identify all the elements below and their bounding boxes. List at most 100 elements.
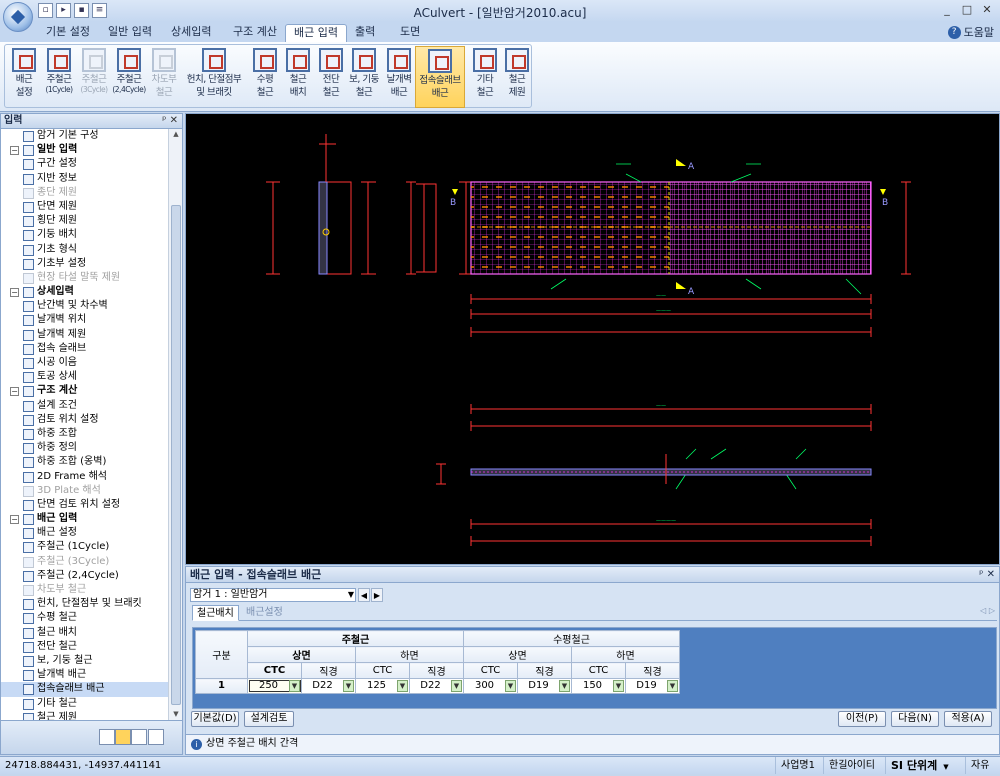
tree-item[interactable]: 검토 위치 설정 (1, 413, 169, 427)
tab-detail-input[interactable]: 상세입력 (163, 24, 219, 42)
collapse-toggle-icon[interactable]: − (10, 288, 19, 298)
tab-general-input[interactable]: 일반 입력 (100, 24, 160, 42)
dropdown-arrow-icon[interactable]: ▼ (348, 589, 354, 601)
shear-rebar-button[interactable]: 전단 철근 (314, 46, 348, 108)
tree-item[interactable]: 날개벽 제원 (1, 328, 169, 342)
tree-item[interactable]: 종단 제원 (1, 186, 169, 200)
tree-item[interactable]: 기초부 설정 (1, 257, 169, 271)
tree-item[interactable]: 단면 검토 위치 설정 (1, 498, 169, 512)
horiz-bottom-dia-cell[interactable]: D19 ▼ (625, 678, 680, 694)
tree-item[interactable]: 지반 정보 (1, 172, 169, 186)
tab-basic-settings[interactable]: 기본 설정 (38, 24, 98, 42)
dropdown-arrow-icon[interactable]: ▼ (451, 680, 462, 692)
tree-item[interactable]: 철근 배치 (1, 626, 169, 640)
help-button[interactable]: ? 도움말 (947, 24, 994, 40)
rebar-spec-button[interactable]: 철근 제원 (500, 46, 534, 108)
main-bottom-ctc-cell[interactable]: 125 ▼ (355, 678, 410, 694)
tab-rebar-settings[interactable]: 배근설정 (242, 605, 287, 621)
tree-item[interactable]: 2D Frame 해석 (1, 470, 169, 484)
tree-category[interactable]: − 일반 입력 (1, 143, 169, 157)
design-check-button[interactable]: 설계검토 (244, 711, 294, 727)
next-culvert-icon[interactable]: ▶ (371, 588, 383, 602)
wingwall-rebar-button[interactable]: 날개벽 배근 (382, 46, 416, 108)
tree-item[interactable]: 3D Plate 해석 (1, 484, 169, 498)
culvert-select[interactable]: 암거 1 : 일반암거 ▼ (190, 588, 356, 602)
main-rebar-24cycle-button[interactable]: 주철근 (2,4Cycle) (112, 46, 146, 108)
tool-icon-4[interactable] (148, 729, 164, 745)
tree-item[interactable]: 구간 설정 (1, 157, 169, 171)
tree-category[interactable]: − 상세입력 (1, 285, 169, 299)
tree-scrollbar[interactable]: ▲ ▼ (168, 129, 182, 721)
tree-item[interactable]: 날개벽 위치 (1, 313, 169, 327)
tree-item[interactable]: 주철근 (3Cycle) (1, 555, 169, 569)
tree-item[interactable]: 날개벽 배근 (1, 668, 169, 682)
dropdown-arrow-icon[interactable]: ▼ (343, 680, 354, 692)
tree-item[interactable]: 차도부 철근 (1, 583, 169, 597)
dropdown-arrow-icon[interactable]: ▼ (559, 680, 570, 692)
tab-rebar-layout[interactable]: 철근배치 (192, 605, 239, 621)
prev-culvert-icon[interactable]: ◀ (358, 588, 370, 602)
cad-viewport[interactable]: A A B B —— ——— —— ———— (185, 113, 1000, 565)
collapse-toggle-icon[interactable]: − (10, 387, 19, 397)
scroll-down-icon[interactable]: ▼ (171, 710, 181, 720)
default-values-button[interactable]: 기본값(D) (191, 711, 239, 727)
tab-rebar-input[interactable]: 배근 입력 (285, 24, 347, 42)
approach-slab-rebar-button[interactable]: 접속슬래브 배근 (415, 46, 465, 108)
rebar-layout-button[interactable]: 철근 배치 (281, 46, 315, 108)
app-menu-button[interactable] (3, 2, 33, 32)
tool-icon-1[interactable] (99, 729, 115, 745)
beam-column-rebar-button[interactable]: 보, 기둥 철근 (347, 46, 381, 108)
other-rebar-button[interactable]: 기타 철근 (468, 46, 502, 108)
horiz-top-dia-cell[interactable]: D19 ▼ (517, 678, 572, 694)
tool-icon-2[interactable] (115, 729, 131, 745)
tree-item[interactable]: 하중 정의 (1, 441, 169, 455)
dropdown-arrow-icon[interactable]: ▼ (667, 680, 678, 692)
tree-category[interactable]: − 배근 입력 (1, 512, 169, 526)
tree-item[interactable]: 기둥 배치 (1, 228, 169, 242)
tree-item[interactable]: 헌치, 단절점부 및 브래킷 (1, 597, 169, 611)
minimize-button[interactable]: _ (938, 2, 956, 18)
horiz-bottom-ctc-cell[interactable]: 150 ▼ (571, 678, 626, 694)
tree-item[interactable]: 배근 설정 (1, 526, 169, 540)
rebar-settings-button[interactable]: 배근 설정 (7, 46, 41, 108)
unit-system-select[interactable]: SI 단위계 ▼ (885, 757, 954, 774)
scroll-thumb[interactable] (171, 205, 181, 705)
tab-drawing[interactable]: 도면 (392, 24, 428, 42)
main-bottom-dia-cell[interactable]: D22 ▼ (409, 678, 464, 694)
tool-icon-3[interactable] (131, 729, 147, 745)
tree-item[interactable]: 전단 철근 (1, 640, 169, 654)
dropdown-arrow-icon[interactable]: ▼ (613, 680, 624, 692)
tree-item[interactable]: 토공 상세 (1, 370, 169, 384)
tree-item[interactable]: 기초 형식 (1, 243, 169, 257)
collapse-toggle-icon[interactable]: − (10, 515, 19, 525)
prev-button[interactable]: 이전(P) (838, 711, 886, 727)
collapse-toggle-icon[interactable]: − (10, 146, 19, 156)
tree-item[interactable]: 현장 타설 말뚝 제원 (1, 271, 169, 285)
tree-item[interactable]: 주철근 (2,4Cycle) (1, 569, 169, 583)
main-top-ctc-cell[interactable]: 250 ▼ (247, 678, 302, 694)
pin-close-icon[interactable]: ᵖ ✕ (979, 567, 995, 582)
main-top-dia-cell[interactable]: D22 ▼ (301, 678, 356, 694)
tree-item[interactable]: 단면 제원 (1, 200, 169, 214)
roadway-rebar-button[interactable]: 차도부 철근 (147, 46, 181, 108)
pin-close-icon[interactable]: ᵖ ✕ (162, 114, 178, 128)
tree-item[interactable]: 횡단 제원 (1, 214, 169, 228)
dropdown-arrow-icon[interactable]: ▼ (505, 680, 516, 692)
scroll-up-icon[interactable]: ▲ (171, 130, 181, 140)
snap-mode[interactable]: 자유 (965, 757, 994, 774)
tree-item[interactable]: 설계 조건 (1, 399, 169, 413)
dropdown-arrow-icon[interactable]: ▼ (289, 680, 300, 692)
horizontal-rebar-button[interactable]: 수평 철근 (248, 46, 282, 108)
tab-output[interactable]: 출력 (347, 24, 383, 42)
main-rebar-1cycle-button[interactable]: 주철근 (1Cycle) (42, 46, 76, 108)
tree-item[interactable]: 시공 이음 (1, 356, 169, 370)
tree-item[interactable]: 기타 철근 (1, 697, 169, 711)
apply-button[interactable]: 적용(A) (944, 711, 992, 727)
tree-item[interactable]: 보, 기둥 철근 (1, 654, 169, 668)
tree-item[interactable]: 접속슬래브 배근 (1, 682, 169, 697)
tab-structural-calc[interactable]: 구조 계산 (225, 24, 285, 42)
tree-item[interactable]: 수평 철근 (1, 611, 169, 625)
tree-item[interactable]: 난간벽 및 차수벽 (1, 299, 169, 313)
tree-item[interactable]: 주철근 (1Cycle) (1, 540, 169, 554)
tree-item[interactable]: 암거 기본 구성 (1, 129, 169, 143)
